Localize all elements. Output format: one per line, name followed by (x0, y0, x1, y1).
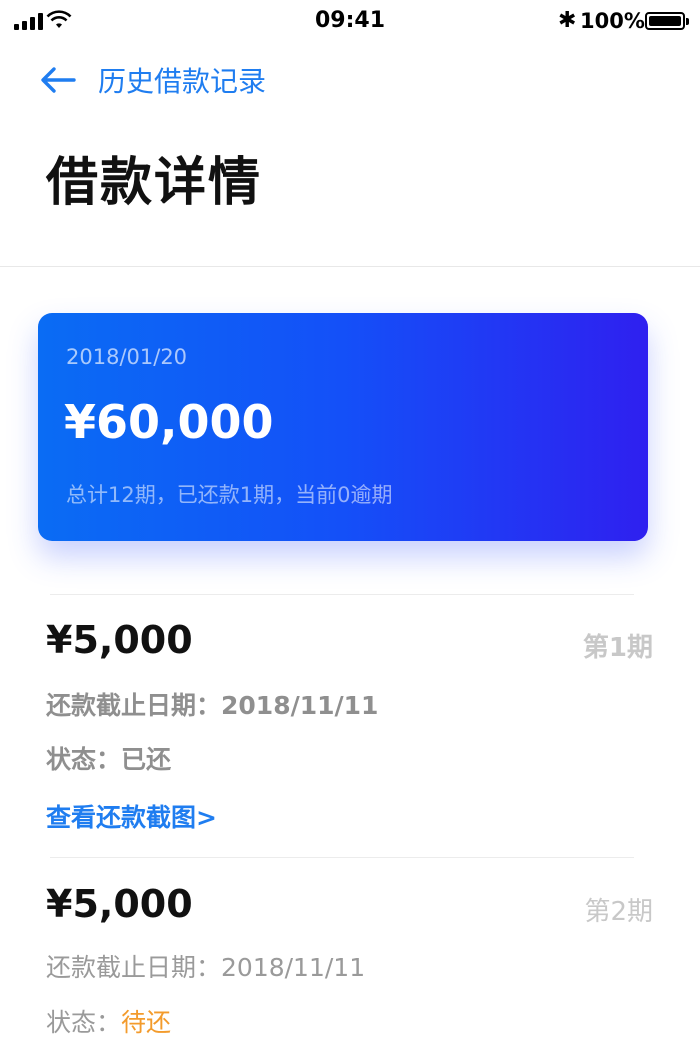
installment-amount: ¥5,000 (46, 618, 193, 662)
loan-summary-text: 总计12期，已还款1期，当前0逾期 (66, 483, 393, 507)
status-label: 状态： (46, 745, 122, 774)
loan-summary-card: 2018/01/20 ¥60,000 总计12期，已还款1期，当前0逾期 (38, 313, 648, 541)
bluetooth-icon: ✱ (558, 8, 577, 33)
divider (50, 594, 634, 595)
status-value: 已还 (121, 745, 172, 774)
due-date-row: 还款截止日期：2018/11/11 (46, 948, 365, 984)
installment-period: 第1期 (582, 633, 653, 663)
status-value: 待还 (121, 1008, 172, 1037)
battery-icon (645, 12, 689, 30)
status-row: 状态：待还 (46, 1003, 171, 1039)
arrow-left-icon[interactable] (40, 65, 76, 95)
nav-title[interactable]: 历史借款记录 (98, 60, 266, 100)
loan-amount: ¥60,000 (64, 395, 274, 449)
status-label: 状态： (46, 1008, 122, 1037)
view-repayment-screenshot-link[interactable]: 查看还款截图> (46, 798, 217, 834)
page-title: 借款详情 (46, 153, 263, 213)
header-divider (0, 266, 700, 267)
status-row: 状态：已还 (46, 740, 171, 776)
installment-period: 第2期 (584, 897, 653, 927)
due-date-label: 还款截止日期： (46, 691, 222, 720)
loan-date: 2018/01/20 (66, 345, 188, 369)
installment-amount: ¥5,000 (46, 882, 193, 926)
due-date-label: 还款截止日期： (46, 953, 222, 982)
divider (50, 857, 634, 858)
status-bar: 09:41 ✱ 100% (0, 0, 700, 42)
back-nav[interactable]: 历史借款记录 (40, 60, 266, 100)
battery-percent: 100% (580, 9, 645, 33)
due-date-row: 还款截止日期：2018/11/11 (46, 686, 378, 722)
due-date-value: 2018/11/11 (221, 691, 379, 720)
due-date-value: 2018/11/11 (221, 953, 366, 982)
